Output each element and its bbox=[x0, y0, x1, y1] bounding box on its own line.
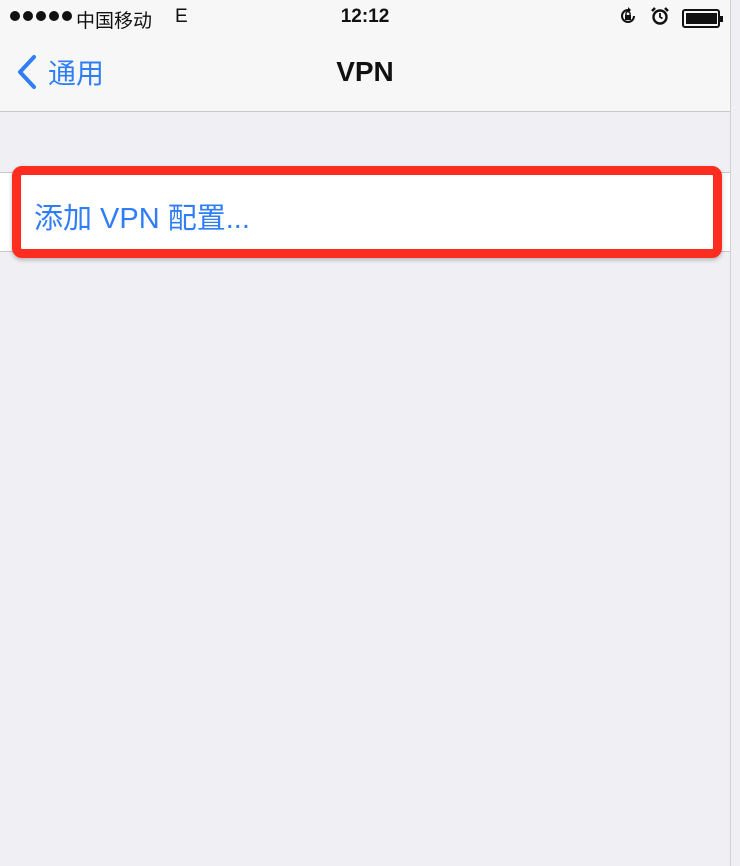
status-bar: 中国移动 E 12:12 bbox=[0, 0, 730, 34]
highlight-box bbox=[12, 166, 722, 258]
navigation-bar: 通用 VPN bbox=[0, 34, 730, 112]
scroll-edge bbox=[730, 0, 731, 866]
orientation-lock-icon bbox=[618, 6, 638, 31]
page-title: VPN bbox=[336, 56, 394, 87]
alarm-icon bbox=[650, 6, 670, 31]
battery-icon bbox=[682, 9, 723, 28]
